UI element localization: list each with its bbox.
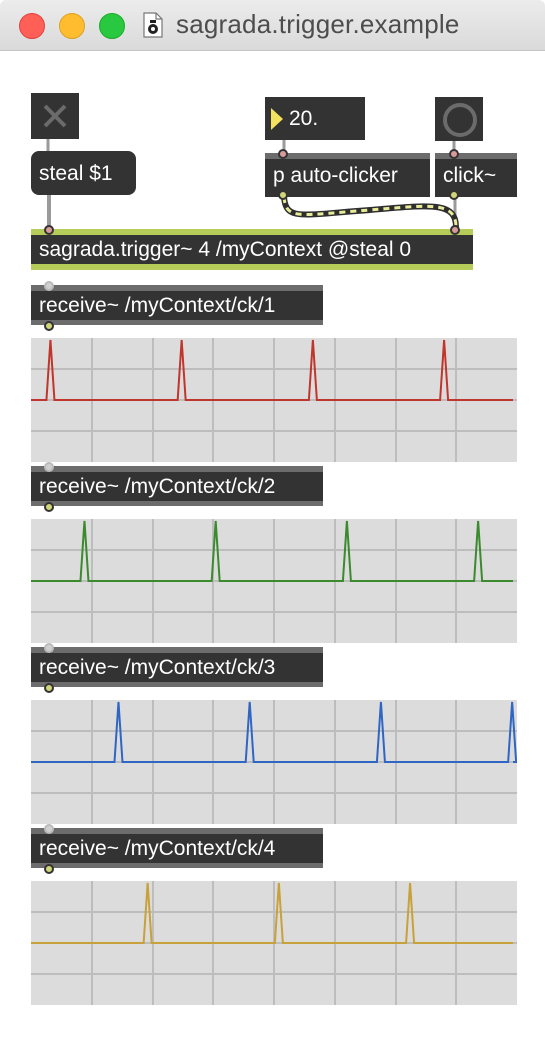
inlet-dot[interactable]	[449, 149, 459, 159]
number-triangle-icon	[271, 108, 283, 130]
scope-plot	[31, 881, 517, 1005]
receive-label: receive~ /myContext/ck/2	[39, 475, 276, 498]
auto-clicker-object[interactable]: p auto-clicker	[265, 153, 430, 197]
receive-label: receive~ /myContext/ck/1	[39, 294, 276, 317]
trigger-object[interactable]: sagrada.trigger~ 4 /myContext @steal 0	[31, 229, 473, 270]
steal-message-label: steal $1	[39, 162, 113, 185]
click-object[interactable]: click~	[435, 153, 517, 197]
outlet-dot[interactable]	[44, 502, 54, 512]
close-window-button[interactable]	[19, 13, 45, 39]
inlet-dot[interactable]	[44, 824, 54, 834]
receive-label: receive~ /myContext/ck/3	[39, 656, 276, 679]
number-box[interactable]: 20.	[265, 97, 365, 140]
click-label: click~	[443, 164, 497, 187]
scope-display[interactable]	[31, 519, 517, 643]
receive-label: receive~ /myContext/ck/4	[39, 837, 276, 860]
inlet-dot[interactable]	[44, 281, 54, 291]
receive-object[interactable]: receive~ /myContext/ck/3	[31, 647, 323, 687]
x-toggle-icon	[43, 104, 67, 128]
scope-display[interactable]	[31, 881, 517, 1005]
scope-plot	[31, 338, 517, 462]
scope-plot	[31, 519, 517, 643]
maximize-window-button[interactable]	[99, 13, 125, 39]
toggle[interactable]	[31, 93, 79, 139]
trigger-label: sagrada.trigger~ 4 /myContext @steal 0	[39, 238, 412, 261]
bang-button[interactable]	[435, 97, 483, 141]
inlet-dot[interactable]	[44, 643, 54, 653]
receive-object[interactable]: receive~ /myContext/ck/2	[31, 466, 323, 506]
outlet-dot[interactable]	[44, 683, 54, 693]
outlet-dot[interactable]	[44, 321, 54, 331]
patcher-canvas[interactable]: steal $1 20. p auto-clicker click~ sagra…	[0, 51, 545, 1043]
app-window: sagrada.trigger.example steal $1 20. p a…	[0, 0, 545, 1043]
outlet-dot[interactable]	[449, 190, 459, 200]
minimize-window-button[interactable]	[59, 13, 85, 39]
inlet-dot[interactable]	[450, 225, 460, 235]
inlet-dot[interactable]	[278, 149, 288, 159]
title-bar: sagrada.trigger.example	[0, 0, 545, 51]
bang-circle-icon	[443, 103, 477, 137]
inlet-dot[interactable]	[44, 225, 54, 235]
number-value: 20.	[289, 107, 319, 130]
auto-clicker-label: p auto-clicker	[273, 164, 398, 187]
scope-display[interactable]	[31, 338, 517, 462]
outlet-dot[interactable]	[278, 190, 288, 200]
receive-object[interactable]: receive~ /myContext/ck/4	[31, 828, 323, 868]
scope-plot	[31, 700, 517, 824]
receive-object[interactable]: receive~ /myContext/ck/1	[31, 285, 323, 325]
document-icon	[143, 12, 163, 38]
window-title: sagrada.trigger.example	[176, 9, 460, 39]
scope-display[interactable]	[31, 700, 517, 824]
steal-message-box[interactable]: steal $1	[31, 151, 136, 195]
outlet-dot[interactable]	[44, 864, 54, 874]
inlet-dot[interactable]	[44, 462, 54, 472]
